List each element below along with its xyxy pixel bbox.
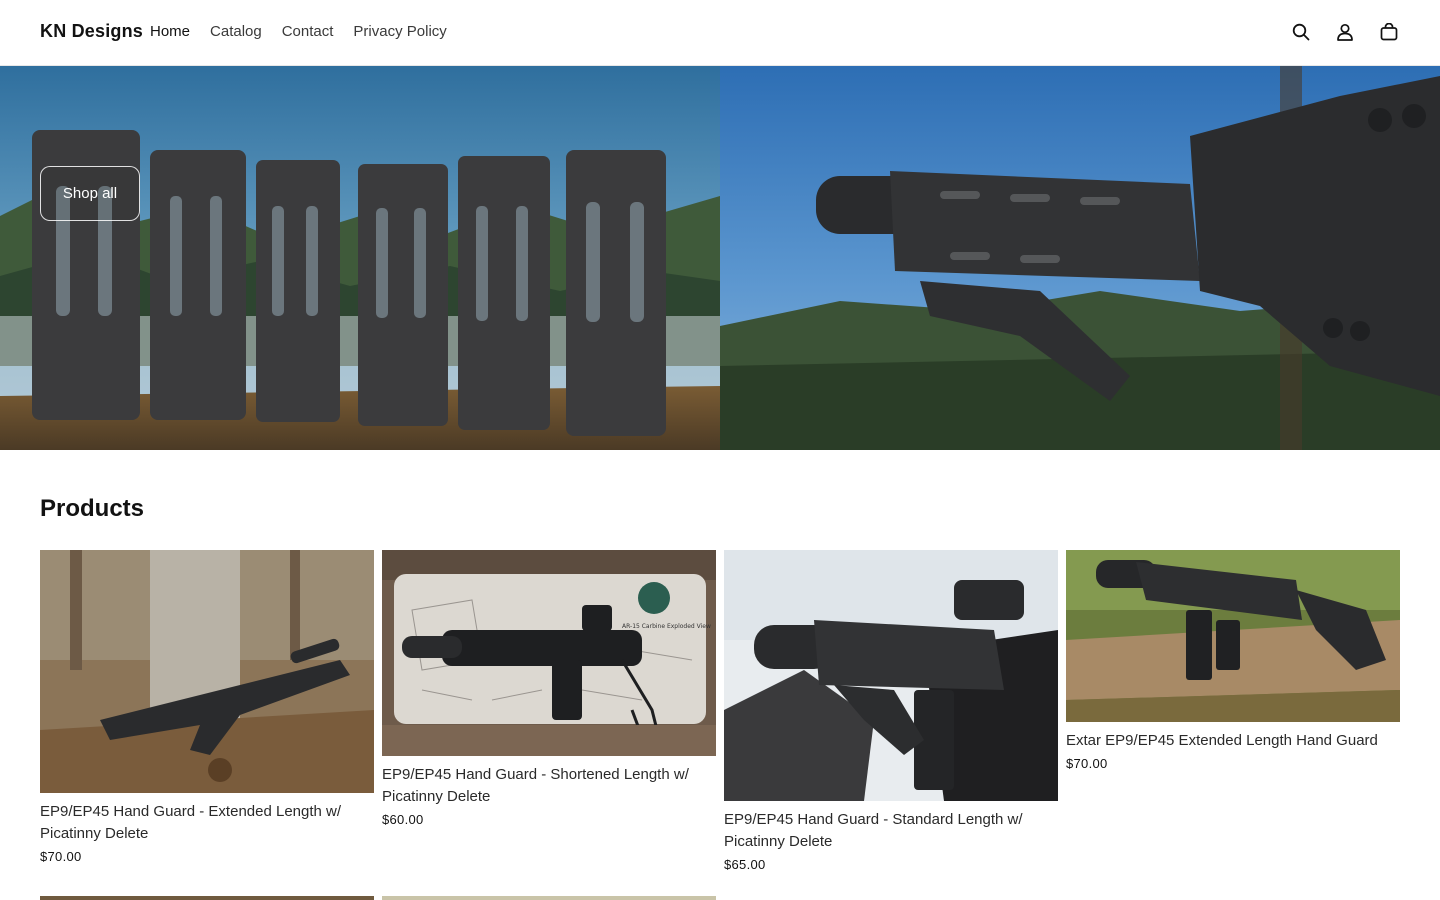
product-card[interactable]: AR-15 Carbine Exploded View EP9/EP45 Han… <box>382 550 716 827</box>
product-image[interactable] <box>40 550 374 793</box>
site-header: KN Designs Home Catalog Contact Privacy … <box>0 0 1440 66</box>
product-image[interactable] <box>724 550 1058 801</box>
shop-all-button[interactable]: Shop all <box>40 166 140 221</box>
product-grid-row-2 <box>40 896 716 900</box>
hero-image-left: Shop all <box>0 66 720 450</box>
hero-banner: Shop all <box>0 66 1440 450</box>
product-image[interactable] <box>382 896 716 900</box>
product-image[interactable] <box>40 896 374 900</box>
product-price: $60.00 <box>382 812 424 827</box>
product-grid: EP9/EP45 Hand Guard - Extended Length w/… <box>40 550 1400 872</box>
product-image[interactable]: AR-15 Carbine Exploded View <box>382 550 716 756</box>
header-icons <box>1290 21 1400 43</box>
main-nav: Home Catalog Contact Privacy Policy <box>150 23 447 40</box>
nav-home[interactable]: Home <box>150 23 190 40</box>
products-heading: Products <box>40 495 145 522</box>
product-title[interactable]: EP9/EP45 Hand Guard - Shortened Length w… <box>382 764 716 808</box>
product-title[interactable]: Extar EP9/EP45 Extended Length Hand Guar… <box>1066 730 1400 752</box>
nav-catalog[interactable]: Catalog <box>210 23 262 40</box>
brand-logo[interactable]: KN Designs <box>40 21 143 42</box>
cart-icon[interactable] <box>1378 21 1400 43</box>
search-icon[interactable] <box>1290 21 1312 43</box>
product-card[interactable]: EP9/EP45 Hand Guard - Extended Length w/… <box>40 550 374 864</box>
product-card[interactable]: EP9/EP45 Hand Guard - Standard Length w/… <box>724 550 1058 872</box>
account-icon[interactable] <box>1334 21 1356 43</box>
nav-contact[interactable]: Contact <box>282 23 334 40</box>
product-price: $65.00 <box>724 857 766 872</box>
nav-privacy-policy[interactable]: Privacy Policy <box>353 23 446 40</box>
product-card[interactable]: Extar EP9/EP45 Extended Length Hand Guar… <box>1066 550 1400 771</box>
product-title[interactable]: EP9/EP45 Hand Guard - Standard Length w/… <box>724 809 1058 853</box>
product-price: $70.00 <box>40 849 82 864</box>
product-title[interactable]: EP9/EP45 Hand Guard - Extended Length w/… <box>40 801 374 845</box>
product-image[interactable] <box>1066 550 1400 722</box>
hero-image-right <box>720 66 1440 450</box>
svg-text:AR-15 Carbine Exploded View: AR-15 Carbine Exploded View <box>622 623 711 630</box>
product-price: $70.00 <box>1066 756 1108 771</box>
